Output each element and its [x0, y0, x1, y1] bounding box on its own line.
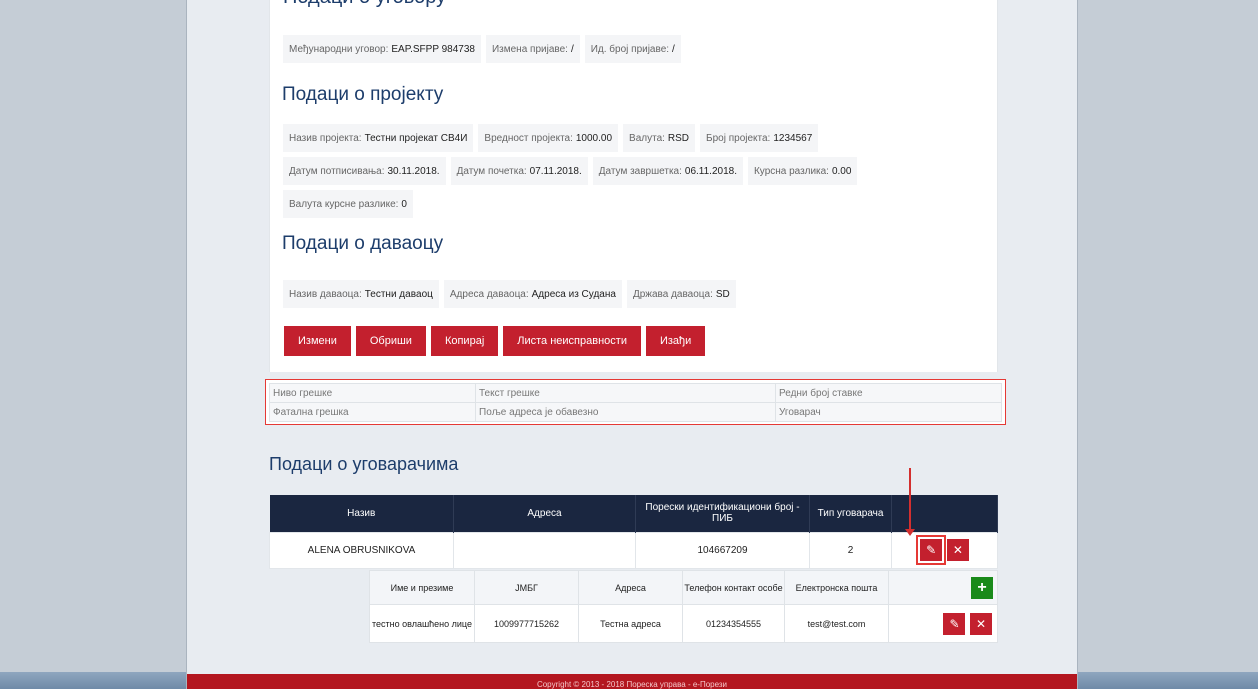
add-person-button[interactable]: + [971, 576, 993, 599]
info-project-value: Вредност пројекта: 1000.00 [478, 124, 619, 152]
copy-button[interactable]: Копирај [430, 326, 499, 356]
error-list-panel: Ниво грешке Текст грешке Редни број став… [265, 379, 1006, 425]
col-name: Назив [269, 495, 454, 532]
error-list-button[interactable]: Листа неисправности [503, 326, 641, 356]
error-text: Поље адреса је обавезно [475, 402, 776, 422]
contractor-address [453, 531, 636, 569]
pencil-icon: ✎ [949, 616, 960, 631]
info-exchange-currency: Валута курсне разлике: 0 [283, 190, 413, 218]
info-change: Измена пријаве: / [485, 35, 580, 63]
project-row-3: Валута курсне разлике: 0 [283, 190, 413, 218]
col-jmbg: ЈМБГ [474, 570, 579, 605]
error-header-text: Текст грешке [475, 383, 776, 403]
pencil-icon: ✎ [926, 543, 937, 557]
section-title-donor: Подаци о даваоцу [282, 233, 444, 254]
donor-row: Назив даваоца: Тестни давaоц Адреса давао… [283, 280, 736, 308]
info-international-contract: Међународни уговор: EAP.SFPP 984738 [283, 35, 481, 63]
error-header-item: Редни број ставке [775, 383, 1002, 403]
annotation-arrow [905, 468, 915, 536]
error-level: Фатална грешка [269, 402, 476, 422]
edit-contractor-button[interactable]: ✎ [916, 535, 947, 565]
section-title-project: Подаци о пројекту [282, 84, 444, 105]
project-row-2: Датум потписивања: 30.11.2018. Датум поче… [283, 157, 858, 185]
person-name: тестно овлашћено лице [369, 604, 475, 643]
exit-button[interactable]: Изађи [645, 326, 706, 356]
project-row-1: Назив пројекта: Тестни пројекат СВ4И Вред… [283, 124, 819, 152]
info-project-name: Назив пројекта: Тестни пројекат СВ4И [283, 124, 474, 152]
person-email: test@test.com [784, 604, 889, 643]
person-address: Тестна адреса [578, 604, 683, 643]
section-title-contract: Подаци о уговору [283, 0, 446, 9]
info-donor-name: Назив даваоца: Тестни давaоц [283, 280, 439, 308]
info-project-number: Број пројекта: 1234567 [700, 124, 819, 152]
close-icon: ✕ [975, 616, 987, 631]
table-row: Фатална грешка Поље адреса је обавезно У… [269, 402, 1002, 422]
table-row: тестно овлашћено лице 1009977715262 Тест… [369, 604, 998, 643]
page-container: Подаци о уговору Међународни уговор:EAP.… [186, 0, 1078, 689]
contractors-table: Назив Адреса Порески идентификациони бро… [269, 495, 998, 569]
info-currency: Валута: RSD [623, 124, 696, 152]
close-icon: ✕ [952, 543, 963, 557]
contractor-name: ALENA OBRUSNIKOVA [269, 531, 454, 569]
delete-button[interactable]: Обриши [355, 326, 426, 356]
details-card: Подаци о уговору Међународни уговор:EAP.… [269, 0, 998, 372]
info-application-id: Ид. број пријаве: / [584, 35, 681, 63]
col-phone: Телефон контакт особе [682, 570, 785, 605]
action-buttons: Измени Обриши Копирај Листа неисправност… [284, 326, 706, 356]
info-exchange-diff: Курсна разлика: 0.00 [747, 157, 858, 185]
info-sign-date: Датум потписивања: 30.11.2018. [283, 157, 446, 185]
section-title-contractors: Подаци о уговарачима [269, 454, 459, 474]
error-item: Уговарач [775, 402, 1002, 422]
person-actions: ✎ ✕ [888, 604, 998, 643]
footer: Copyright © 2013 - 2018 Пореска управа -… [187, 674, 1077, 689]
col-pib: Порески идентификациони број - ПИБ [635, 495, 810, 532]
col-person-address: Адреса [578, 570, 683, 605]
table-row: ALENA OBRUSNIKOVA 104667209 2 ✎ ✕ [269, 531, 998, 569]
error-table-header: Ниво грешке Текст грешке Редни број став… [269, 383, 1002, 403]
contractor-type: 2 [809, 531, 892, 569]
edit-button[interactable]: Измени [284, 326, 351, 356]
plus-icon: + [977, 578, 987, 596]
info-start-date: Датум почетка: 07.11.2018. [450, 157, 588, 185]
contractor-actions: ✎ ✕ [891, 531, 998, 569]
contractor-pib: 104667209 [635, 531, 810, 569]
persons-table: Име и презиме ЈМБГ Адреса Телефон контак… [369, 570, 998, 643]
col-person-actions: + [888, 570, 998, 605]
col-address: Адреса [453, 495, 636, 532]
person-phone: 01234354555 [682, 604, 785, 643]
error-header-level: Ниво грешке [269, 383, 476, 403]
delete-contractor-button[interactable]: ✕ [946, 539, 969, 561]
person-jmbg: 1009977715262 [474, 604, 579, 643]
col-email: Електронска пошта [784, 570, 889, 605]
persons-header: Име и презиме ЈМБГ Адреса Телефон контак… [369, 570, 998, 605]
col-person-name: Име и презиме [369, 570, 475, 605]
info-donor-address: Адреса даваоца: Адреса из Судана [443, 280, 622, 308]
error-table: Ниво грешке Текст грешке Редни број став… [269, 383, 1002, 422]
contractors-header: Назив Адреса Порески идентификациони бро… [269, 495, 998, 532]
delete-person-button[interactable]: ✕ [970, 612, 992, 635]
contract-row: Међународни уговор: EAP.SFPP 984738 Измен… [283, 35, 681, 63]
col-actions [891, 495, 998, 532]
info-end-date: Датум завршетка: 06.11.2018. [592, 157, 743, 185]
edit-person-button[interactable]: ✎ [943, 612, 966, 635]
info-donor-country: Држава даваоца: SD [626, 280, 736, 308]
col-type: Тип уговарача [809, 495, 892, 532]
